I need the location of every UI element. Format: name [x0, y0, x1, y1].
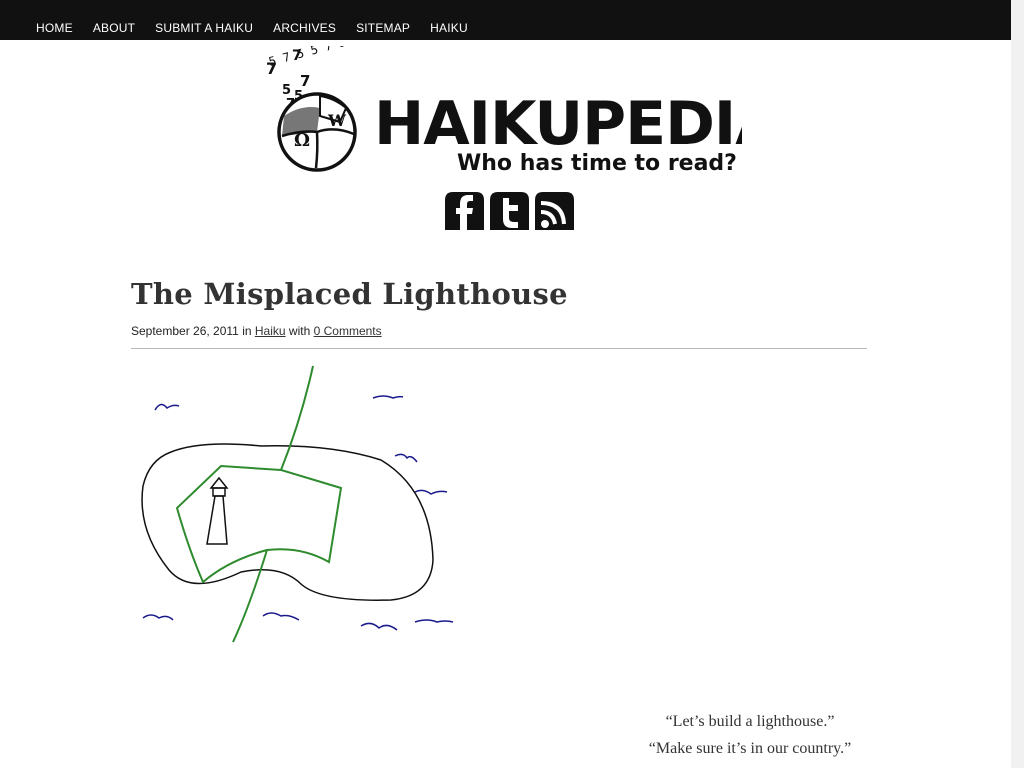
lighthouse-illustration	[131, 360, 461, 650]
post-title[interactable]: The Misplaced Lighthouse	[131, 276, 867, 312]
social-links	[445, 192, 574, 230]
comments-link[interactable]: 0 Comments	[314, 324, 382, 338]
nav-item-haiku[interactable]: HAIKU	[430, 20, 468, 36]
svg-text:7: 7	[300, 72, 310, 90]
wikipedia-globe-icon: Ω W	[277, 92, 357, 172]
post-meta: September 26, 2011 in Haiku with 0 Comme…	[131, 324, 867, 338]
svg-text:Ω: Ω	[294, 130, 310, 151]
top-navigation-bar: HOME ABOUT SUBMIT A HAIKU ARCHIVES SITEM…	[0, 0, 1011, 40]
rss-icon[interactable]	[535, 192, 574, 230]
nav-item-archives[interactable]: ARCHIVES	[273, 20, 336, 36]
post-divider	[131, 348, 867, 349]
svg-text:7: 7	[292, 48, 302, 64]
logo-tagline: Who has time to read?	[457, 151, 737, 176]
poem-line: “Make sure it’s in our country.”	[648, 740, 852, 757]
post-article: The Misplaced Lighthouse September 26, 2…	[131, 276, 867, 357]
svg-text:7: 7	[266, 59, 277, 78]
site-logo[interactable]: 5 7 5 5 7 5 7 5 7 7 7 5 5 7 Ω W HAIKUPED…	[262, 46, 742, 181]
sea-waves	[142, 395, 454, 631]
nav-item-submit-a-haiku[interactable]: SUBMIT A HAIKU	[155, 20, 253, 36]
lighthouse-icon	[206, 476, 229, 545]
haiku-poem: “Let’s build a lighthouse.” “Make sure i…	[600, 708, 900, 762]
svg-text:W: W	[327, 111, 347, 130]
page-scrollbar[interactable]	[1011, 0, 1024, 768]
meta-with-text: with	[288, 324, 311, 338]
svg-text:5: 5	[282, 83, 291, 98]
category-link[interactable]: Haiku	[255, 324, 286, 338]
nav-item-home[interactable]: HOME	[36, 20, 73, 36]
border-line-west	[175, 464, 282, 584]
logo-title: HAIKUPEDIA	[374, 89, 742, 159]
island-outline	[141, 443, 434, 601]
poem-line: “Let’s build a lighthouse.”	[665, 713, 835, 730]
meta-in-text: in	[242, 324, 252, 338]
twitter-icon[interactable]	[490, 192, 529, 230]
nav-item-about[interactable]: ABOUT	[93, 20, 135, 36]
syllable-digits-text: 5 7 5 5 7 5 7 5	[267, 46, 375, 69]
post-date: September 26, 2011	[131, 324, 239, 338]
border-line-east	[232, 365, 343, 643]
nav-item-sitemap[interactable]: SITEMAP	[356, 20, 410, 36]
nav-menu: HOME ABOUT SUBMIT A HAIKU ARCHIVES SITEM…	[36, 20, 488, 36]
facebook-icon[interactable]	[445, 192, 484, 230]
